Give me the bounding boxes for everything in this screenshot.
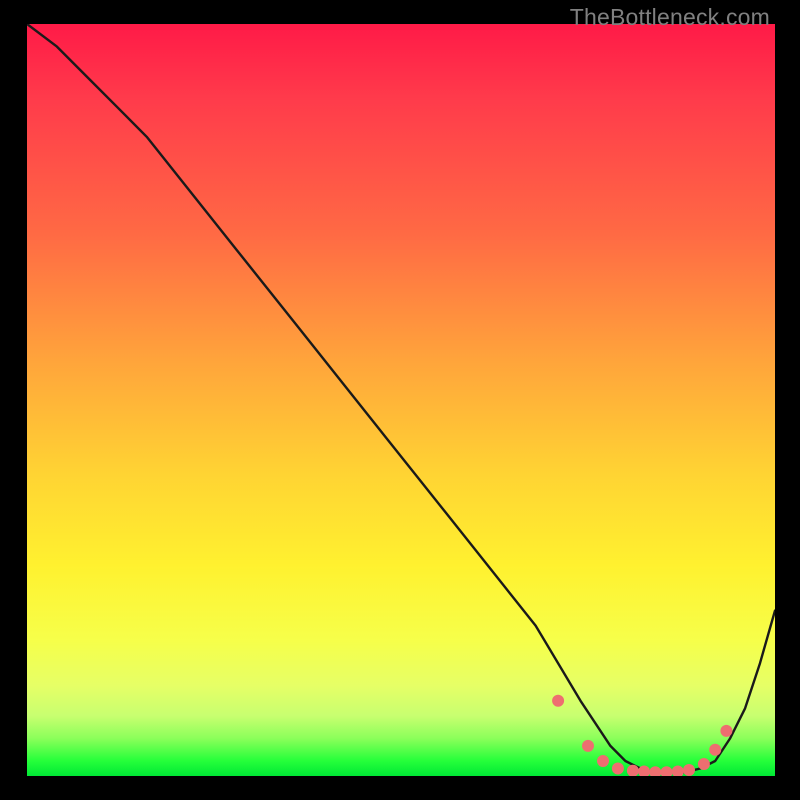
bottleneck-curve-path bbox=[27, 24, 775, 772]
marker-point bbox=[552, 695, 564, 707]
watermark-text: TheBottleneck.com bbox=[570, 4, 770, 31]
marker-point bbox=[672, 766, 684, 777]
marker-point bbox=[720, 725, 732, 737]
plot-area bbox=[27, 24, 775, 776]
chart-stage: TheBottleneck.com bbox=[0, 0, 800, 800]
marker-point bbox=[661, 766, 673, 776]
marker-point bbox=[597, 755, 609, 767]
marker-point bbox=[709, 744, 721, 756]
marker-point bbox=[582, 740, 594, 752]
marker-point bbox=[698, 758, 710, 770]
marker-point bbox=[683, 764, 695, 776]
bottleneck-curve-svg bbox=[27, 24, 775, 776]
marker-point bbox=[612, 763, 624, 775]
optimal-band-markers bbox=[552, 695, 732, 776]
marker-point bbox=[649, 766, 661, 776]
